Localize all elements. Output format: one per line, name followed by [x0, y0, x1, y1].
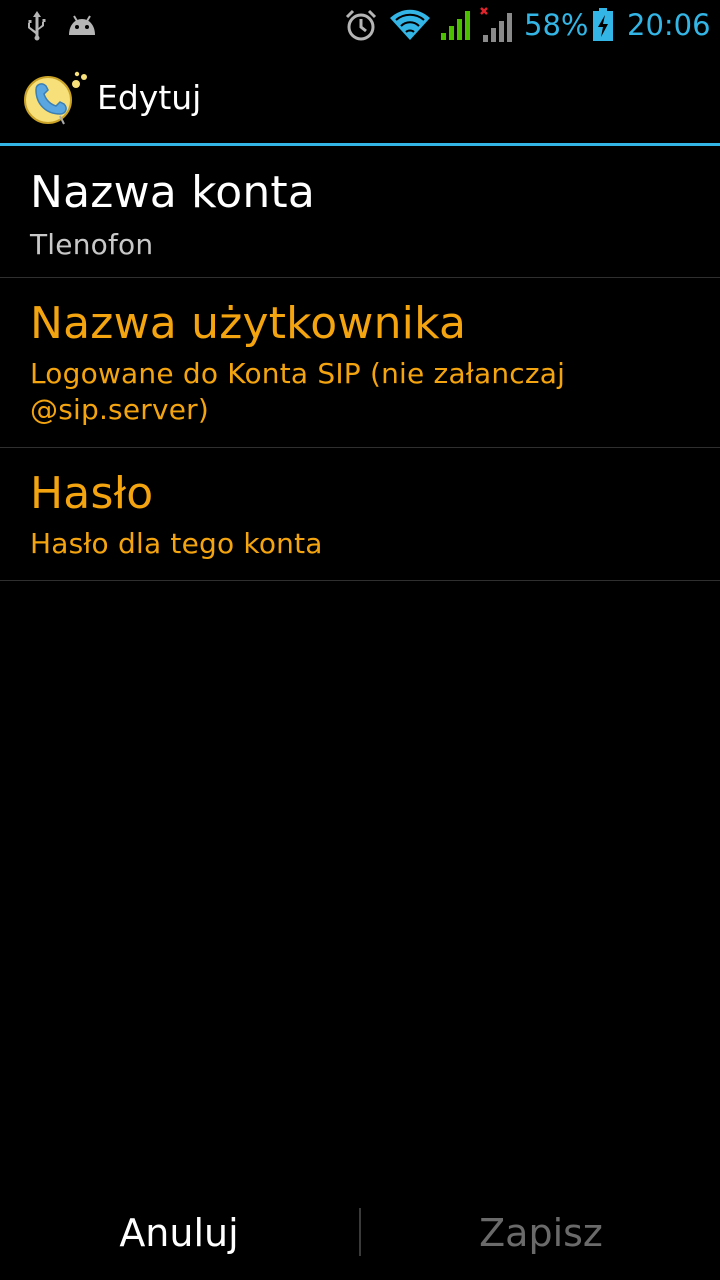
alarm-icon [344, 0, 382, 50]
clock: 20:06 [627, 8, 711, 42]
battery-percent: 58% [524, 8, 589, 42]
pref-title: Nazwa konta [30, 167, 316, 218]
pref-summary: Hasło dla tego konta [30, 527, 323, 560]
pref-account-name[interactable]: Nazwa konta Tlenofon [0, 146, 720, 278]
pref-title: Nazwa użytkownika [30, 298, 467, 349]
wifi-icon [388, 0, 434, 50]
signal-icon [440, 0, 474, 50]
cancel-button[interactable]: Anuluj [0, 1186, 358, 1280]
save-button[interactable]: Zapisz [362, 1186, 720, 1280]
pref-password[interactable]: Hasło Hasło dla tego konta [0, 448, 720, 581]
battery-charging-icon [592, 0, 616, 50]
signal-no-data-icon [480, 0, 516, 50]
pref-title: Hasło [30, 468, 154, 519]
status-bar: 58% 20:06 [0, 0, 720, 50]
android-debug-icon [66, 0, 102, 50]
button-divider [359, 1208, 361, 1256]
pref-summary: Tlenofon [30, 228, 154, 261]
usb-icon [22, 0, 52, 50]
pref-username[interactable]: Nazwa użytkownika Logowane do Konta SIP … [0, 278, 720, 448]
button-bar: Anuluj Zapisz [0, 1186, 720, 1280]
preference-list: Nazwa konta Tlenofon Nazwa użytkownika L… [0, 146, 720, 581]
pref-summary: Logowane do Konta SIP (nie załanczaj @si… [30, 357, 566, 426]
action-bar: Edytuj [0, 50, 720, 143]
page-title: Edytuj [97, 78, 202, 117]
app-logo-icon[interactable] [22, 70, 92, 126]
